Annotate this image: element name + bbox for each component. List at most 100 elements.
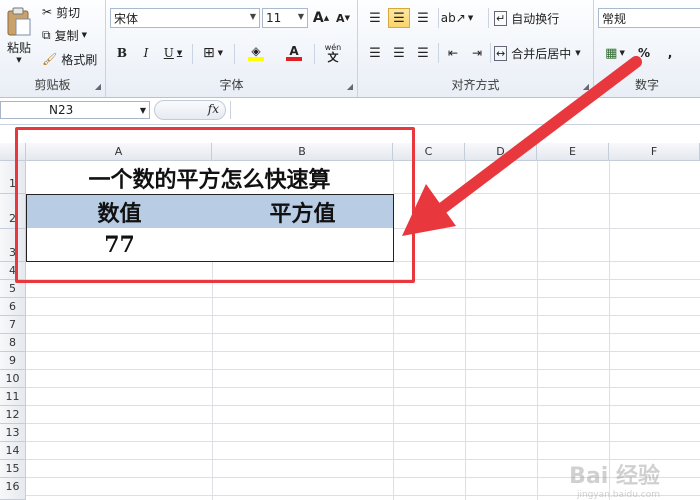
clipboard-group-label: 剪贴板 <box>34 78 71 92</box>
column-header-e[interactable]: E <box>537 143 609 161</box>
decrease-indent-button[interactable]: ⇤ <box>442 43 464 63</box>
row-header-11[interactable]: 11 <box>0 388 26 406</box>
phonetic-button[interactable]: wén 文 <box>318 41 348 65</box>
italic-button[interactable]: I <box>136 43 156 63</box>
row-header-15[interactable]: 15 <box>0 460 26 478</box>
underline-button[interactable]: U ▼ <box>160 43 186 63</box>
align-middle-button[interactable]: ☰ <box>388 8 410 28</box>
chevron-down-icon: ▼ <box>16 55 22 64</box>
row-header-10[interactable]: 10 <box>0 370 26 388</box>
chevron-down-icon: ▼ <box>176 49 183 57</box>
font-color-swatch <box>286 57 302 61</box>
paste-label: 粘贴 <box>6 40 31 55</box>
row-header-16[interactable]: 16 <box>0 478 26 500</box>
column-header-f[interactable]: F <box>609 143 700 161</box>
chevron-down-icon: ▼ <box>297 12 304 21</box>
align-right-button[interactable]: ☰ <box>412 43 434 63</box>
dialog-launcher-icon[interactable]: ◢ <box>347 82 353 91</box>
font-name-value: 宋体 <box>114 11 139 26</box>
align-top-icon: ☰ <box>369 10 381 26</box>
paste-button[interactable]: 粘贴 ▼ <box>2 2 36 68</box>
copy-button[interactable]: ⧉ 复制 ▼ <box>42 25 87 45</box>
dialog-launcher-icon[interactable]: ◢ <box>583 82 589 91</box>
font-name-combo[interactable]: 宋体 ▼ <box>110 8 260 28</box>
borders-button[interactable]: ⊞ ▼ <box>198 43 228 63</box>
font-size-combo[interactable]: 11 ▼ <box>262 8 308 28</box>
orientation-button[interactable]: ab↗ ▼ <box>440 8 474 28</box>
format-painter-button[interactable]: 🖌 格式刷 <box>42 49 97 69</box>
align-right-icon: ☰ <box>417 45 429 61</box>
fx-icon: fx <box>207 102 219 116</box>
formula-input[interactable] <box>230 101 700 119</box>
align-center-icon: ☰ <box>393 45 405 61</box>
align-bottom-button[interactable]: ☰ <box>412 8 434 28</box>
clipboard-group: 粘贴 ▼ ✂ 剪切 ⧉ 复制 ▼ 🖌 格式刷 剪贴板 ◢ <box>0 0 106 97</box>
number-group-label: 数字 <box>634 78 659 92</box>
shrink-font-icon: A <box>336 11 345 25</box>
comma-button[interactable]: , <box>660 43 680 63</box>
dialog-launcher-icon[interactable]: ◢ <box>95 82 101 91</box>
cut-button[interactable]: ✂ 剪切 <box>42 2 80 22</box>
name-box-value: N23 <box>49 103 74 117</box>
increase-indent-button[interactable]: ⇥ <box>466 43 488 63</box>
row-header-8[interactable]: 8 <box>0 334 26 352</box>
border-grid-icon: ⊞ <box>202 45 215 61</box>
watermark-url: jingyan.baidu.com <box>576 490 660 500</box>
column-header-d[interactable]: D <box>465 143 537 161</box>
row-header-13[interactable]: 13 <box>0 424 26 442</box>
font-color-button[interactable]: A <box>278 43 310 63</box>
font-color-icon: A <box>289 44 299 58</box>
paint-bucket-icon: ◈ <box>251 44 261 58</box>
fill-color-swatch <box>248 57 264 61</box>
formula-bar: N23 ▼ fx <box>0 98 700 125</box>
insert-function-button[interactable]: fx <box>154 100 226 120</box>
comma-icon: , <box>667 46 673 60</box>
chevron-down-icon: ▼ <box>81 31 87 39</box>
font-group: 宋体 ▼ 11 ▼ A ▲ A ▼ B I U ▼ ⊞ ▼ ◈ A wén 文 … <box>106 0 358 97</box>
grow-font-icon: A <box>312 10 324 26</box>
wrap-text-label: 自动换行 <box>511 11 560 26</box>
merge-center-button[interactable]: ↔ 合并后居中 ▼ <box>494 43 581 63</box>
italic-icon: I <box>143 46 149 60</box>
bold-button[interactable]: B <box>112 43 132 63</box>
percent-icon: % <box>637 46 651 60</box>
shrink-font-button[interactable]: A ▼ <box>334 8 352 28</box>
underline-icon: U <box>163 46 174 60</box>
row-header-7[interactable]: 7 <box>0 316 26 334</box>
align-left-icon: ☰ <box>369 45 381 61</box>
align-left-button[interactable]: ☰ <box>364 43 386 63</box>
accounting-format-button[interactable]: ▦ ▼ <box>600 43 630 63</box>
text-orientation-icon: ab↗ <box>440 11 466 25</box>
merge-center-label: 合并后居中 <box>511 46 572 61</box>
highlight-box <box>15 127 415 283</box>
ribbon: 粘贴 ▼ ✂ 剪切 ⧉ 复制 ▼ 🖌 格式刷 剪贴板 ◢ 宋体 ▼ 11 ▼ A… <box>0 0 700 98</box>
decrease-indent-icon: ⇤ <box>447 46 459 60</box>
alignment-group: ☰ ☰ ☰ ab↗ ▼ ↵ 自动换行 ☰ ☰ ☰ ⇤ ⇥ ↔ 合并后居中 ▼ 对… <box>358 0 594 97</box>
chevron-down-icon: ▼ <box>619 49 625 57</box>
align-bottom-icon: ☰ <box>417 10 429 26</box>
number-format-value: 常规 <box>602 11 627 26</box>
align-top-button[interactable]: ☰ <box>364 8 386 28</box>
wrap-text-button[interactable]: ↵ 自动换行 <box>494 8 559 28</box>
row-header-12[interactable]: 12 <box>0 406 26 424</box>
chevron-down-icon: ▼ <box>139 106 146 115</box>
watermark-logo: Bai 经验 <box>569 464 660 489</box>
percent-button[interactable]: % <box>634 43 654 63</box>
row-header-9[interactable]: 9 <box>0 352 26 370</box>
chevron-down-icon: ▼ <box>217 49 224 57</box>
font-group-label: 字体 <box>219 78 244 92</box>
name-box[interactable]: N23 ▼ <box>0 101 150 119</box>
number-format-combo[interactable]: 常规 <box>598 8 700 28</box>
fill-color-button[interactable]: ◈ <box>240 43 272 63</box>
row-header-14[interactable]: 14 <box>0 442 26 460</box>
bold-icon: B <box>116 46 128 60</box>
row-header-6[interactable]: 6 <box>0 298 26 316</box>
align-center-button[interactable]: ☰ <box>388 43 410 63</box>
increase-indent-icon: ⇥ <box>471 46 483 60</box>
merge-cells-icon: ↔ <box>494 45 508 61</box>
copy-label: 复制 <box>54 28 79 43</box>
chevron-down-icon: ▼ <box>575 49 581 57</box>
chevron-down-icon: ▼ <box>467 14 474 22</box>
grow-font-button[interactable]: A ▲ <box>312 8 330 28</box>
copy-icon: ⧉ <box>42 27 51 42</box>
